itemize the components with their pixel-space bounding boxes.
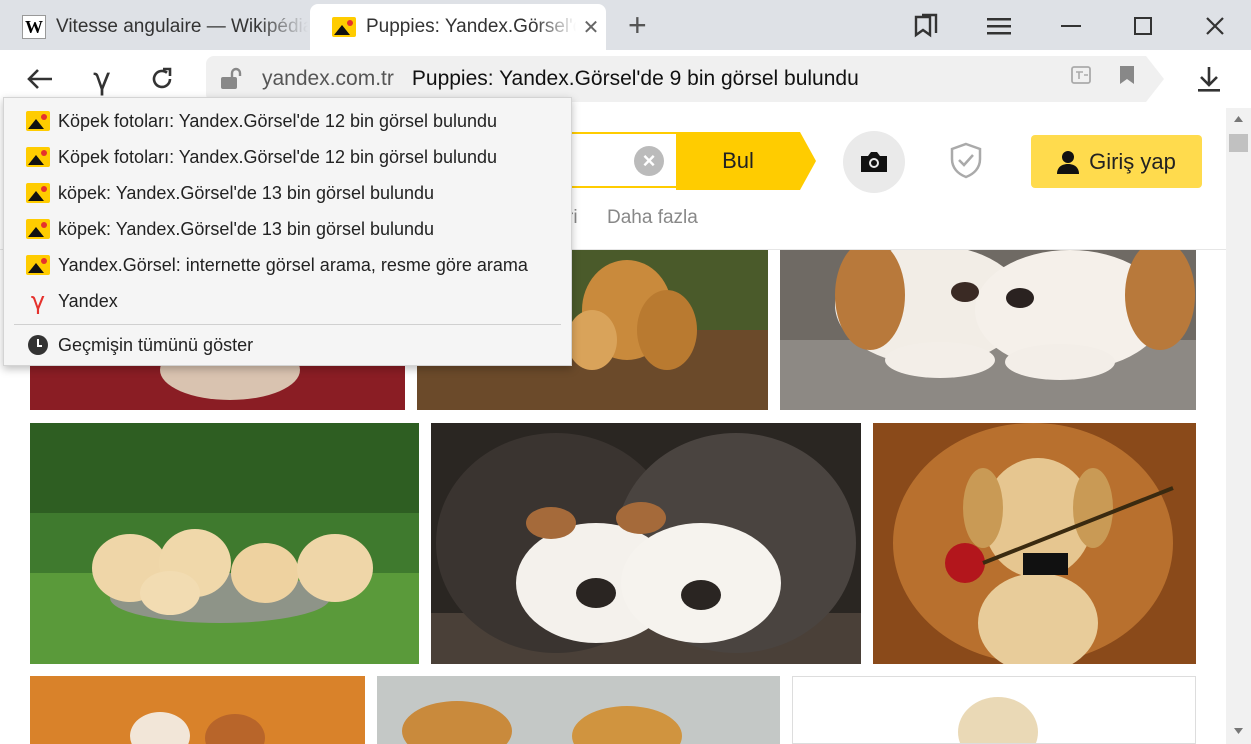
yandex-images-icon [26,219,50,239]
puppy-image[interactable] [873,423,1196,664]
yandex-logo-icon: γ [30,287,46,315]
scroll-up-icon[interactable] [1234,116,1243,122]
history-item-label: Köpek fotoları: Yandex.Görsel'de 12 bin … [58,110,498,131]
search-button[interactable]: Bul [676,132,816,190]
yandex-images-icon [26,111,50,131]
history-item[interactable]: Köpek fotoları: Yandex.Görsel'de 12 bin … [4,103,571,139]
unlock-icon[interactable] [210,60,252,98]
clock-icon [28,335,48,355]
tab-wikipedia[interactable]: W Vitesse angulaire — Wikipédia [0,4,308,50]
reload-icon[interactable] [142,59,182,99]
translate-icon[interactable] [1070,64,1092,91]
page-scrollbar[interactable] [1226,108,1251,744]
wikipedia-icon: W [22,15,46,39]
puppy-image[interactable] [30,676,365,744]
address-bar[interactable]: yandex.com.tr Puppies: Yandex.Görsel'de … [206,56,1164,102]
scroll-thumb[interactable] [1229,134,1248,152]
history-item[interactable]: köpek: Yandex.Görsel'de 13 bin görsel bu… [4,211,571,247]
search-button-label: Bul [722,148,754,173]
history-item[interactable]: Yandex.Görsel: internette görsel arama, … [4,247,571,283]
history-item-label: Yandex.Görsel: internette görsel arama, … [58,254,528,275]
history-item[interactable]: köpek: Yandex.Görsel'de 13 bin görsel bu… [4,175,571,211]
tab-title: Vitesse angulaire — Wikipédia [56,16,308,37]
tab-title: Puppies: Yandex.Görsel'de 9 bin görsel b… [366,16,576,37]
puppy-image[interactable] [792,676,1196,744]
yandex-images-icon [26,255,50,275]
scroll-down-icon[interactable] [1234,728,1243,734]
new-tab-icon[interactable]: + [628,9,647,41]
camera-search-icon[interactable] [843,131,905,193]
back-arrow-icon[interactable] [20,59,60,99]
puppy-image[interactable] [780,250,1196,410]
bookmark-icon[interactable] [1118,64,1136,91]
tab-strip: W Vitesse angulaire — Wikipédia Puppies:… [0,0,1251,50]
maximize-icon[interactable] [1125,8,1161,44]
history-item-label: köpek: Yandex.Görsel'de 13 bin görsel bu… [58,182,435,203]
close-tab-icon[interactable]: ✕ [576,15,606,40]
login-label: Giriş yap [1089,148,1176,174]
address-page-title: Puppies: Yandex.Görsel'de 9 bin görsel b… [411,67,859,90]
puppy-image[interactable] [377,676,780,744]
history-item[interactable]: Köpek fotoları: Yandex.Görsel'de 12 bin … [4,139,571,175]
menu-icon[interactable] [981,8,1017,44]
puppy-image[interactable] [431,423,861,664]
login-button[interactable]: Giriş yap [1031,135,1202,188]
show-all-history-label: Geçmişin tümünü göster [58,334,254,355]
yandex-images-icon [26,147,50,167]
puppy-image[interactable] [30,423,419,664]
downloads-icon[interactable] [1189,59,1229,99]
shield-icon[interactable] [946,140,986,185]
history-dropdown: Köpek fotoları: Yandex.Görsel'de 12 bin … [3,97,572,366]
show-all-history[interactable]: Geçmişin tümünü göster [4,325,571,365]
yandex-images-icon [332,17,356,37]
clear-search-icon[interactable]: × [634,146,664,176]
nav-more-link[interactable]: Daha fazla [607,207,698,229]
history-item-label: köpek: Yandex.Görsel'de 13 bin görsel bu… [58,218,435,239]
yandex-images-icon [26,183,50,203]
bookmarks-panel-icon[interactable] [908,8,944,44]
yandex-home-icon[interactable]: γ [82,59,122,99]
history-item[interactable]: γ Yandex [4,283,571,319]
history-item-label: Yandex [58,290,118,311]
history-item-label: Köpek fotoları: Yandex.Görsel'de 12 bin … [58,146,498,167]
address-domain: yandex.com.tr [262,67,394,90]
tab-yandex-images[interactable]: Puppies: Yandex.Görsel'de 9 bin görsel b… [310,4,606,50]
minimize-icon[interactable] [1053,8,1089,44]
user-icon [1057,150,1080,174]
close-window-icon[interactable] [1197,8,1233,44]
